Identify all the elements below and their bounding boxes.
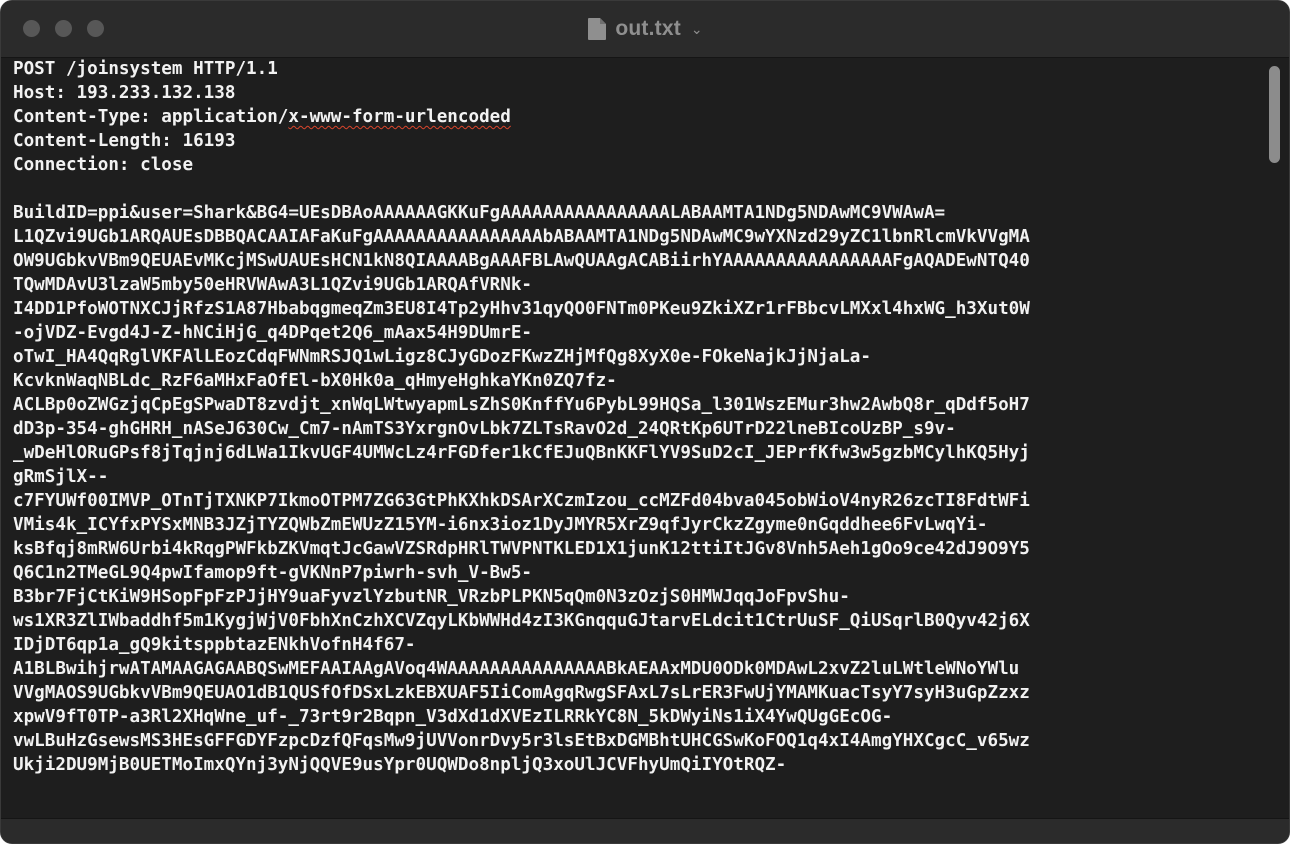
document-line: B3br7FjCtKiW9HSopFpFzPJjHY9uaFyvzlYzbutN… bbox=[13, 587, 850, 607]
document-line: c7FYUWf00IMVP_OTnTjTXNKP7IkmoOTPM7ZG63Gt… bbox=[13, 491, 1030, 511]
title-bar[interactable]: out.txt ⌄ bbox=[1, 1, 1289, 58]
document-line: L1QZvi9UGb1ARQAUEsDBBQACAAIAFaKuFgAAAAAA… bbox=[13, 227, 1030, 247]
document-line: VMis4k_ICYfxPYSxMNB3JZjTYZQWbZmEWUzZ15YM… bbox=[13, 515, 988, 535]
document-line: A1BLBwihjrwATAMAAGAGAABQSwMEFAAIAAgAVoq4… bbox=[13, 659, 1020, 679]
document-line: Q6C1n2TMeGL9Q4pwIfamop9ft-gVKNnP7piwrh-s… bbox=[13, 563, 533, 583]
window-bottom-edge bbox=[1, 818, 1289, 843]
document-line: VVgMAOS9UGbkvVBm9QEUAO1dB1QUSfOfDSxLzkEB… bbox=[13, 683, 1030, 703]
document-line: POST /joinsystem HTTP/1.1 bbox=[13, 59, 278, 79]
document-line: vwLBuHzGsewsMS3HEsGFFGDYFzpcDzfQFqsMw9jU… bbox=[13, 731, 1030, 751]
document-line: _wDeHlORuGPsf8jTqjnj6dLWa1IkvUGF4UMWcLz4… bbox=[13, 443, 1030, 463]
scrollbar-thumb[interactable] bbox=[1269, 66, 1280, 163]
document-line: ACLBp0oZWGzjqCpEgSPwaDT8zvdjt_xnWqLWtwya… bbox=[13, 395, 1030, 415]
document-line: TQwMDAvU3lzaW5mby50eHRVWAwA3L1QZvi9UGb1A… bbox=[13, 275, 533, 295]
document-line: dD3p-354-ghGHRH_nASeJ630Cw_Cm7-nAmTS3Yxr… bbox=[13, 419, 956, 439]
document-line: oTwI_HA4QqRglVKFAlLEozCdqFWNmRSJQ1wLigz8… bbox=[13, 347, 871, 367]
document-text-area[interactable]: POST /joinsystem HTTP/1.1 Host: 193.233.… bbox=[1, 58, 1263, 820]
document-line: OW9UGbkvVBm9QEUAEvMKcjMSwUAUEsHCN1kN8QIA… bbox=[13, 251, 1030, 271]
document-line: gRmSjlX-- bbox=[13, 467, 109, 487]
document-line: Host: 193.233.132.138 bbox=[13, 83, 236, 103]
document-line: xpwV9fT0TP-a3Rl2XHqWne_uf-_73rt9r2Bqpn_V… bbox=[13, 707, 893, 727]
document-line: KcvknWaqNBLdc_RzF6aMHxFaOfEl-bX0Hk0a_qHm… bbox=[13, 371, 617, 391]
document-line: ksBfqj8mRW6Urbi4kRqgPWFkbZKVmqtJcGawVZSR… bbox=[13, 539, 1030, 559]
document-line: I4DD1PfoWOTNXCJjRfzS1A87HbabqgmeqZm3EU8I… bbox=[13, 299, 1030, 319]
document-line-text: Content-Type: application/ bbox=[13, 107, 289, 127]
vertical-scrollbar[interactable] bbox=[1261, 58, 1289, 820]
window-title-menu[interactable]: out.txt ⌄ bbox=[1, 15, 1289, 43]
document-line: BuildID=ppi&user=Shark&BG4=UEsDBAoAAAAAA… bbox=[13, 203, 946, 223]
chevron-down-icon: ⌄ bbox=[690, 22, 703, 38]
document-line: Ukji2DU9MjB0UETMoImxQYnj3yNjQQVE9usYpr0U… bbox=[13, 755, 787, 775]
document-line: IDjDT6qp1a_gQ9kitsppbtazENkhVofnH4f67- bbox=[13, 635, 416, 655]
document-line: Content-Length: 16193 bbox=[13, 131, 236, 151]
document-line: Connection: close bbox=[13, 155, 194, 175]
misspelled-word[interactable]: x-www-form-urlencoded bbox=[288, 107, 510, 127]
document-line: Content-Type: application/x-www-form-url… bbox=[13, 106, 511, 129]
window-title: out.txt bbox=[615, 17, 681, 40]
text-editor-window: out.txt ⌄ POST /joinsystem HTTP/1.1 Host… bbox=[0, 0, 1290, 844]
document-line: ws1XR3ZlIWbaddhf5m1KygjWjV0FbhXnCzhXCVZq… bbox=[13, 611, 1030, 631]
document-icon bbox=[588, 18, 607, 40]
document-line: -ojVDZ-Evgd4J-Z-hNCiHjG_q4DPqet2Q6_mAax5… bbox=[13, 323, 533, 343]
